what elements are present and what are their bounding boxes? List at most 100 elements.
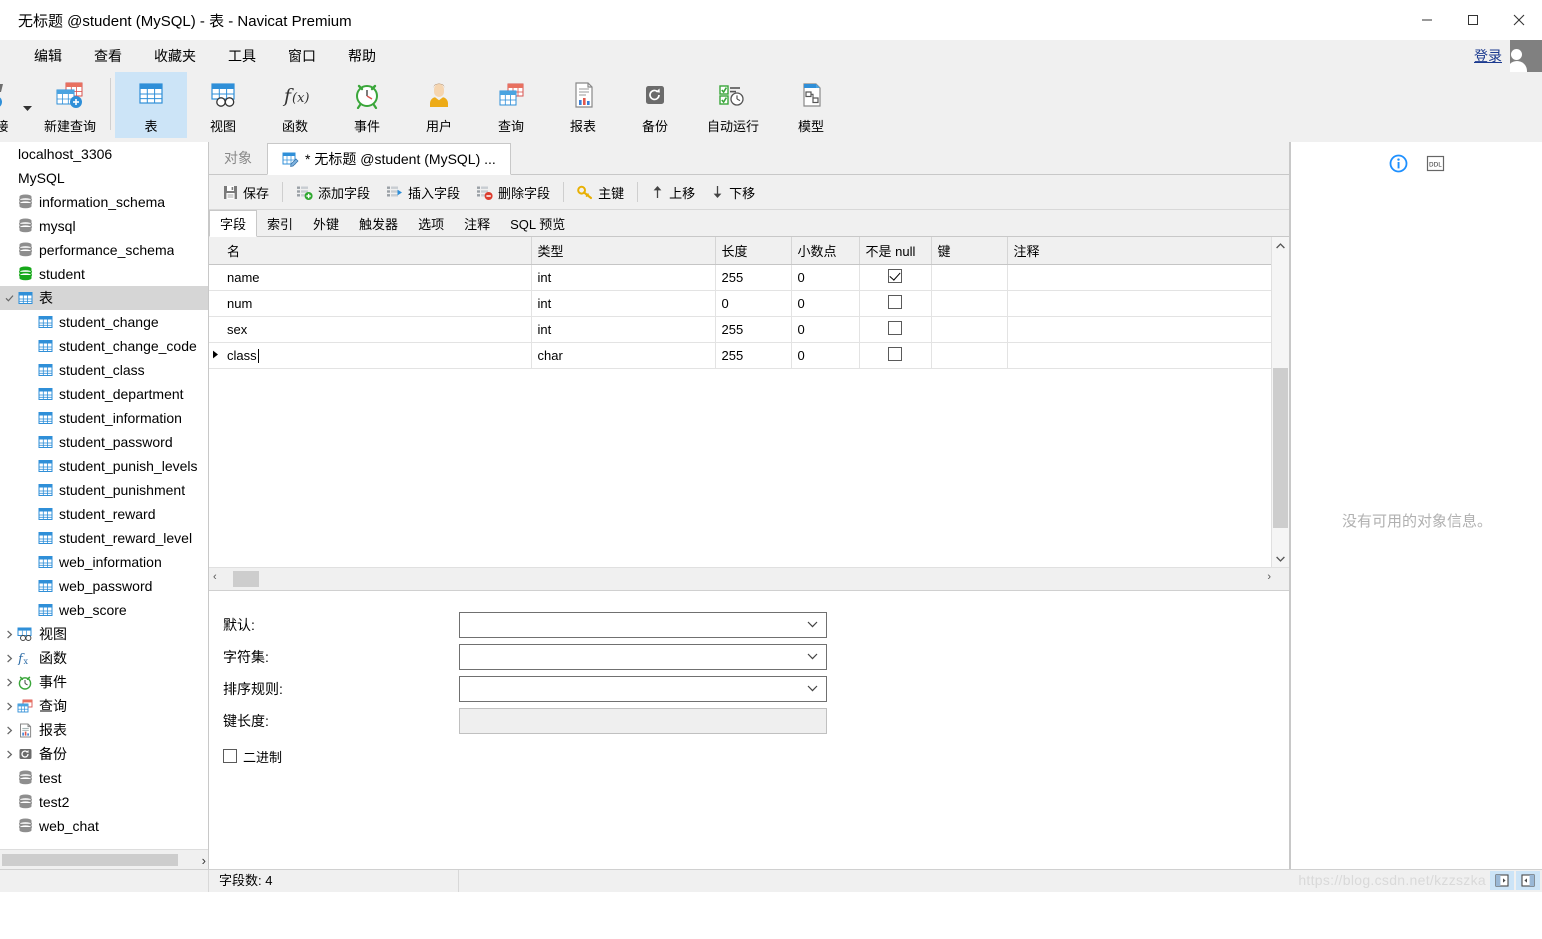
toolbar-function[interactable]: f (x) 函数 — [259, 72, 331, 138]
tree-node-test[interactable]: test — [0, 766, 208, 790]
menu-item-help[interactable]: 帮助 — [332, 40, 392, 72]
notnull-checkbox[interactable] — [888, 295, 902, 309]
chevron-right-icon[interactable] — [2, 750, 16, 759]
tree-node-[interactable]: 视图 — [0, 622, 208, 646]
cell-field-notnull[interactable] — [859, 264, 932, 291]
grid-horizontal-scrollbar[interactable]: ‹ › — [209, 567, 1289, 591]
cell-field-length[interactable]: 255 — [715, 342, 792, 369]
toolbar-event[interactable]: 事件 — [331, 72, 403, 138]
toolbar-automation[interactable]: 自动运行 — [691, 72, 775, 138]
property-select[interactable] — [459, 644, 827, 670]
tree-node-student_change_code[interactable]: student_change_code — [0, 334, 208, 358]
grid-vertical-scrollbar[interactable] — [1271, 237, 1289, 567]
cell-field-comment[interactable] — [1007, 316, 1272, 343]
table-row[interactable]: num int 0 0 — [209, 290, 1272, 317]
menu-item-window[interactable]: 窗口 — [272, 40, 332, 72]
tree-node-web_chat[interactable]: web_chat — [0, 814, 208, 838]
cell-field-decimals[interactable]: 0 — [791, 342, 860, 369]
tree-node-student_change[interactable]: student_change — [0, 310, 208, 334]
move-down-button[interactable]: 下移 — [703, 179, 763, 205]
maximize-button[interactable] — [1450, 0, 1496, 40]
tree-node-[interactable]: 表 — [0, 286, 208, 310]
cell-field-key[interactable] — [931, 316, 1008, 343]
subtab-1[interactable]: 索引 — [257, 211, 303, 236]
property-select[interactable] — [459, 612, 827, 638]
info-icon[interactable] — [1389, 154, 1408, 176]
cell-field-notnull[interactable] — [859, 290, 932, 317]
tree-node-web_information[interactable]: web_information — [0, 550, 208, 574]
tree-node-student_reward[interactable]: student_reward — [0, 502, 208, 526]
tree-node-information_schema[interactable]: information_schema — [0, 190, 208, 214]
tree-node-[interactable]: 事件 — [0, 670, 208, 694]
grid-hscroll-thumb[interactable] — [233, 571, 259, 587]
grid-scroll-left-arrow[interactable]: ‹ — [213, 571, 217, 583]
tree-node-mysql[interactable]: mysql — [0, 214, 208, 238]
grid-scroll-up-arrow[interactable] — [1272, 237, 1289, 254]
cell-field-decimals[interactable]: 0 — [791, 316, 860, 343]
toolbar-backup[interactable]: 备份 — [619, 72, 691, 138]
connection-dropdown-caret[interactable] — [20, 72, 34, 138]
login-link[interactable]: 登录 — [1474, 46, 1502, 66]
cell-field-type[interactable]: int — [531, 316, 716, 343]
cell-field-key[interactable] — [931, 290, 1008, 317]
tree-node-student_punish_levels[interactable]: student_punish_levels — [0, 454, 208, 478]
tree-node-student_information[interactable]: student_information — [0, 406, 208, 430]
subtab-2[interactable]: 外键 — [303, 211, 349, 236]
tree-node-student_password[interactable]: student_password — [0, 430, 208, 454]
tree-node-student[interactable]: student — [0, 262, 208, 286]
cell-field-type[interactable]: int — [531, 290, 716, 317]
binary-checkbox-row[interactable]: 二进制 — [223, 741, 1289, 771]
toolbar-table[interactable]: 表 — [115, 72, 187, 138]
tree-node-[interactable]: 报表 — [0, 718, 208, 742]
grid-scroll-right-arrow[interactable]: › — [1267, 571, 1271, 583]
column-header-5[interactable]: 键 — [931, 237, 1008, 265]
cell-field-length[interactable]: 255 — [715, 316, 792, 343]
chevron-down-icon[interactable] — [2, 294, 16, 303]
toolbar-view[interactable]: 视图 — [187, 72, 259, 138]
sidebar-horizontal-scrollbar[interactable]: › — [0, 849, 208, 870]
ddl-icon[interactable]: DDL — [1426, 155, 1445, 175]
subtab-5[interactable]: 注释 — [454, 211, 500, 236]
cell-field-key[interactable] — [931, 264, 1008, 291]
table-row[interactable]: sex int 255 0 — [209, 316, 1272, 343]
tree-node-localhost_3306[interactable]: localhost_3306 — [0, 142, 208, 166]
minimize-button[interactable] — [1404, 0, 1450, 40]
subtab-0[interactable]: 字段 — [209, 210, 258, 237]
cell-field-length[interactable]: 0 — [715, 290, 792, 317]
cell-field-name[interactable]: num — [221, 290, 532, 317]
subtab-3[interactable]: 触发器 — [349, 211, 408, 236]
column-header-6[interactable]: 注释 — [1007, 237, 1272, 265]
column-header-3[interactable]: 小数点 — [791, 237, 860, 265]
chevron-right-icon[interactable] — [2, 630, 16, 639]
toggle-right-panel-icon[interactable] — [1516, 871, 1540, 890]
column-header-2[interactable]: 长度 — [715, 237, 792, 265]
column-header-4[interactable]: 不是 null — [859, 237, 932, 265]
binary-checkbox[interactable] — [223, 749, 237, 763]
sidebar-scroll-thumb[interactable] — [2, 854, 178, 866]
move-up-button[interactable]: 上移 — [643, 179, 703, 205]
toolbar-model[interactable]: 模型 — [775, 72, 847, 138]
close-button[interactable] — [1496, 0, 1542, 40]
tree-node-student_department[interactable]: student_department — [0, 382, 208, 406]
toolbar-connection[interactable]: 接 — [0, 72, 20, 138]
tree-node-[interactable]: 备份 — [0, 742, 208, 766]
chevron-right-icon[interactable] — [2, 726, 16, 735]
tree-node-student_punishment[interactable]: student_punishment — [0, 478, 208, 502]
tree-node-[interactable]: f x 函数 — [0, 646, 208, 670]
toggle-left-panel-icon[interactable] — [1490, 871, 1514, 890]
insert-field-button[interactable]: 插入字段 — [378, 179, 468, 205]
save-button[interactable]: 保存 — [215, 179, 277, 205]
cell-field-decimals[interactable]: 0 — [791, 264, 860, 291]
tree-node-web_score[interactable]: web_score — [0, 598, 208, 622]
delete-field-button[interactable]: 删除字段 — [468, 179, 558, 205]
toolbar-new-query[interactable]: 新建查询 — [34, 72, 106, 138]
tree-node-[interactable]: 查询 — [0, 694, 208, 718]
sidebar-scroll-right-arrow[interactable]: › — [202, 853, 206, 868]
subtab-6[interactable]: SQL 预览 — [500, 211, 575, 236]
cell-field-name[interactable]: class — [221, 342, 532, 369]
notnull-checkbox[interactable] — [888, 347, 902, 361]
chevron-right-icon[interactable] — [2, 654, 16, 663]
tree-node-test2[interactable]: test2 — [0, 790, 208, 814]
column-header-0[interactable]: 名 — [221, 237, 532, 265]
toolbar-query[interactable]: 查询 — [475, 72, 547, 138]
